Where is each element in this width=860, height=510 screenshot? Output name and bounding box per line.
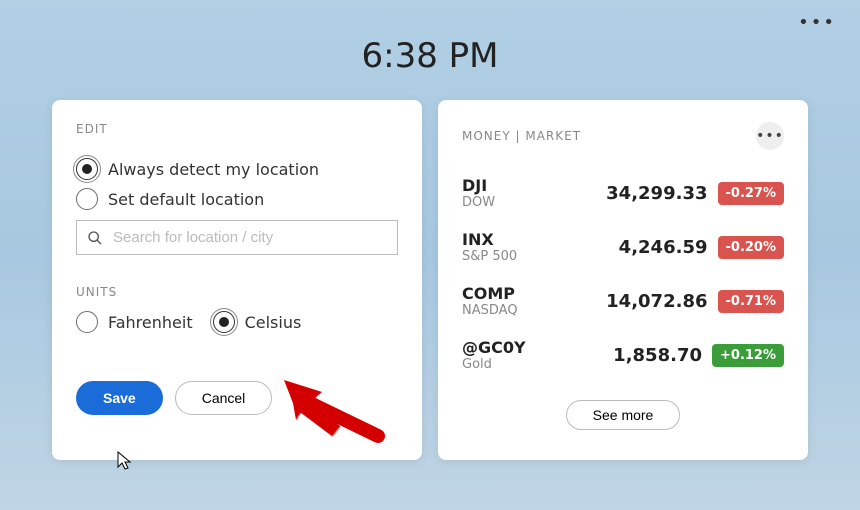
radio-icon bbox=[76, 311, 98, 333]
market-value: 1,858.70 bbox=[613, 345, 702, 366]
radio-icon bbox=[76, 188, 98, 210]
radio-label: Fahrenheit bbox=[108, 313, 193, 332]
market-change-badge: +0.12% bbox=[712, 344, 784, 367]
card-overflow-button[interactable]: ••• bbox=[756, 122, 784, 150]
market-change-badge: -0.71% bbox=[718, 290, 785, 313]
market-change-badge: -0.20% bbox=[718, 236, 785, 259]
market-name: DOW bbox=[462, 195, 495, 210]
save-button[interactable]: Save bbox=[76, 381, 163, 415]
location-search-box[interactable] bbox=[76, 220, 398, 255]
market-symbol: @GC0Y bbox=[462, 338, 526, 357]
see-more-button[interactable]: See more bbox=[566, 400, 681, 430]
market-name: S&P 500 bbox=[462, 249, 517, 264]
clock-time: 6:38 PM bbox=[0, 0, 860, 76]
market-symbol: INX bbox=[462, 230, 517, 249]
market-row[interactable]: INXS&P 500 4,246.59 -0.20% bbox=[462, 220, 784, 274]
units-title: UNITS bbox=[76, 285, 398, 299]
market-value: 14,072.86 bbox=[606, 291, 707, 312]
radio-icon bbox=[76, 158, 98, 180]
market-symbol: DJI bbox=[462, 176, 495, 195]
radio-always-detect[interactable]: Always detect my location bbox=[76, 158, 398, 180]
market-row[interactable]: @GC0YGold 1,858.70 +0.12% bbox=[462, 328, 784, 382]
market-row[interactable]: DJIDOW 34,299.33 -0.27% bbox=[462, 166, 784, 220]
market-row[interactable]: COMPNASDAQ 14,072.86 -0.71% bbox=[462, 274, 784, 328]
radio-set-default[interactable]: Set default location bbox=[76, 188, 398, 210]
search-icon bbox=[87, 230, 103, 246]
radio-fahrenheit[interactable]: Fahrenheit bbox=[76, 311, 193, 333]
cancel-button[interactable]: Cancel bbox=[175, 381, 273, 415]
radio-label: Always detect my location bbox=[108, 160, 319, 179]
overflow-menu-button[interactable]: ••• bbox=[798, 12, 836, 33]
market-name: NASDAQ bbox=[462, 303, 518, 318]
market-name: Gold bbox=[462, 357, 526, 372]
radio-celsius[interactable]: Celsius bbox=[213, 311, 302, 333]
edit-title: EDIT bbox=[76, 122, 398, 136]
radio-label: Celsius bbox=[245, 313, 302, 332]
location-search-input[interactable] bbox=[113, 229, 387, 246]
market-value: 34,299.33 bbox=[606, 183, 707, 204]
edit-card: EDIT Always detect my location Set defau… bbox=[52, 100, 422, 460]
market-value: 4,246.59 bbox=[619, 237, 708, 258]
radio-icon bbox=[213, 311, 235, 333]
money-card: MONEY | MARKET ••• DJIDOW 34,299.33 -0.27%… bbox=[438, 100, 808, 460]
market-symbol: COMP bbox=[462, 284, 518, 303]
market-change-badge: -0.27% bbox=[718, 182, 785, 205]
radio-label: Set default location bbox=[108, 190, 264, 209]
money-title: MONEY | MARKET bbox=[462, 129, 581, 143]
